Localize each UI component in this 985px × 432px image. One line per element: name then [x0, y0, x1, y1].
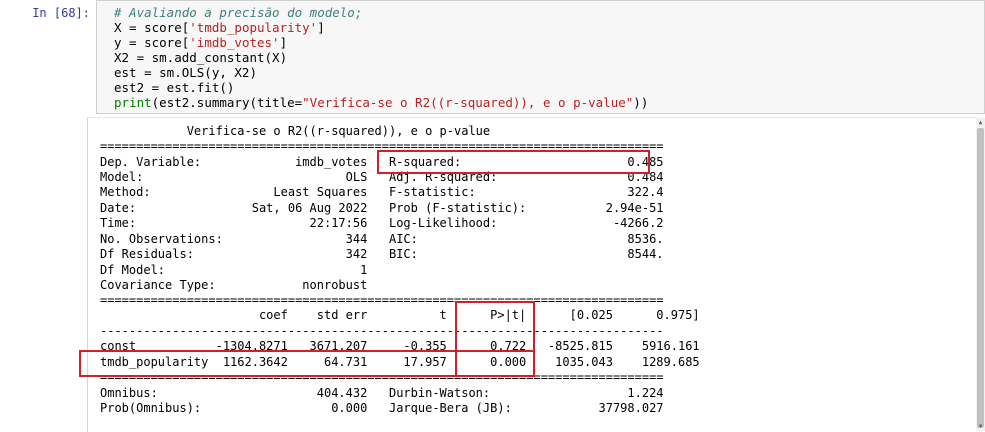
stat-row: No. Observations: 344 AIC: 8536. [100, 232, 664, 246]
stat-row: Covariance Type: nonrobust [100, 278, 368, 292]
cell-output: Verifica-se o R2((r-squared)), e o p-val… [79, 117, 977, 432]
r-squared-highlight [377, 150, 650, 174]
output-scrollbar[interactable]: ▲ ▼ [976, 118, 985, 431]
code-line-2: X = score['tmdb_popularity'] [114, 20, 325, 35]
scrollbar-thumb[interactable] [977, 128, 984, 428]
stat-row: Df Model: 1 [100, 263, 368, 277]
scroll-down-arrow-icon[interactable]: ▼ [976, 422, 985, 431]
code-line-6: est2 = est.fit() [114, 80, 235, 95]
code-editor[interactable]: # Avaliando a precisão do modelo; X = sc… [96, 0, 985, 114]
stat-row: Time: 22:17:56 Log-Likelihood: -4266.2 [100, 216, 664, 230]
summary-title: Verifica-se o R2((r-squared)), e o p-val… [100, 124, 491, 138]
separator: ----------------------------------------… [100, 324, 664, 338]
stat-row: Date: Sat, 06 Aug 2022 Prob (F-statistic… [100, 201, 664, 215]
code-line-comment: # Avaliando a precisão do modelo; [114, 5, 363, 20]
code-line-5: est = sm.OLS(y, X2) [114, 65, 257, 80]
code-line-3: y = score['imdb_votes'] [114, 35, 288, 50]
code-line-4: X2 = sm.add_constant(X) [114, 50, 288, 65]
stat-row: Df Residuals: 342 BIC: 8544. [100, 247, 664, 261]
coef-header: coef std err t P>|t| [0.025 0.975] [100, 308, 700, 322]
cell-prompt: In [68]: [32, 6, 90, 20]
stat-row: Method: Least Squares F-statistic: 322.4 [100, 185, 664, 199]
scroll-up-arrow-icon[interactable]: ▲ [976, 118, 985, 127]
tmdb-popularity-row-highlight [79, 350, 535, 377]
diag-row: Omnibus: 404.432 Durbin-Watson: 1.224 [100, 386, 664, 400]
diag-row: Prob(Omnibus): 0.000 Jarque-Bera (JB): 3… [100, 401, 664, 415]
code-line-7: print(est2.summary(title="Verifica-se o … [114, 95, 649, 110]
separator: ========================================… [100, 293, 664, 307]
